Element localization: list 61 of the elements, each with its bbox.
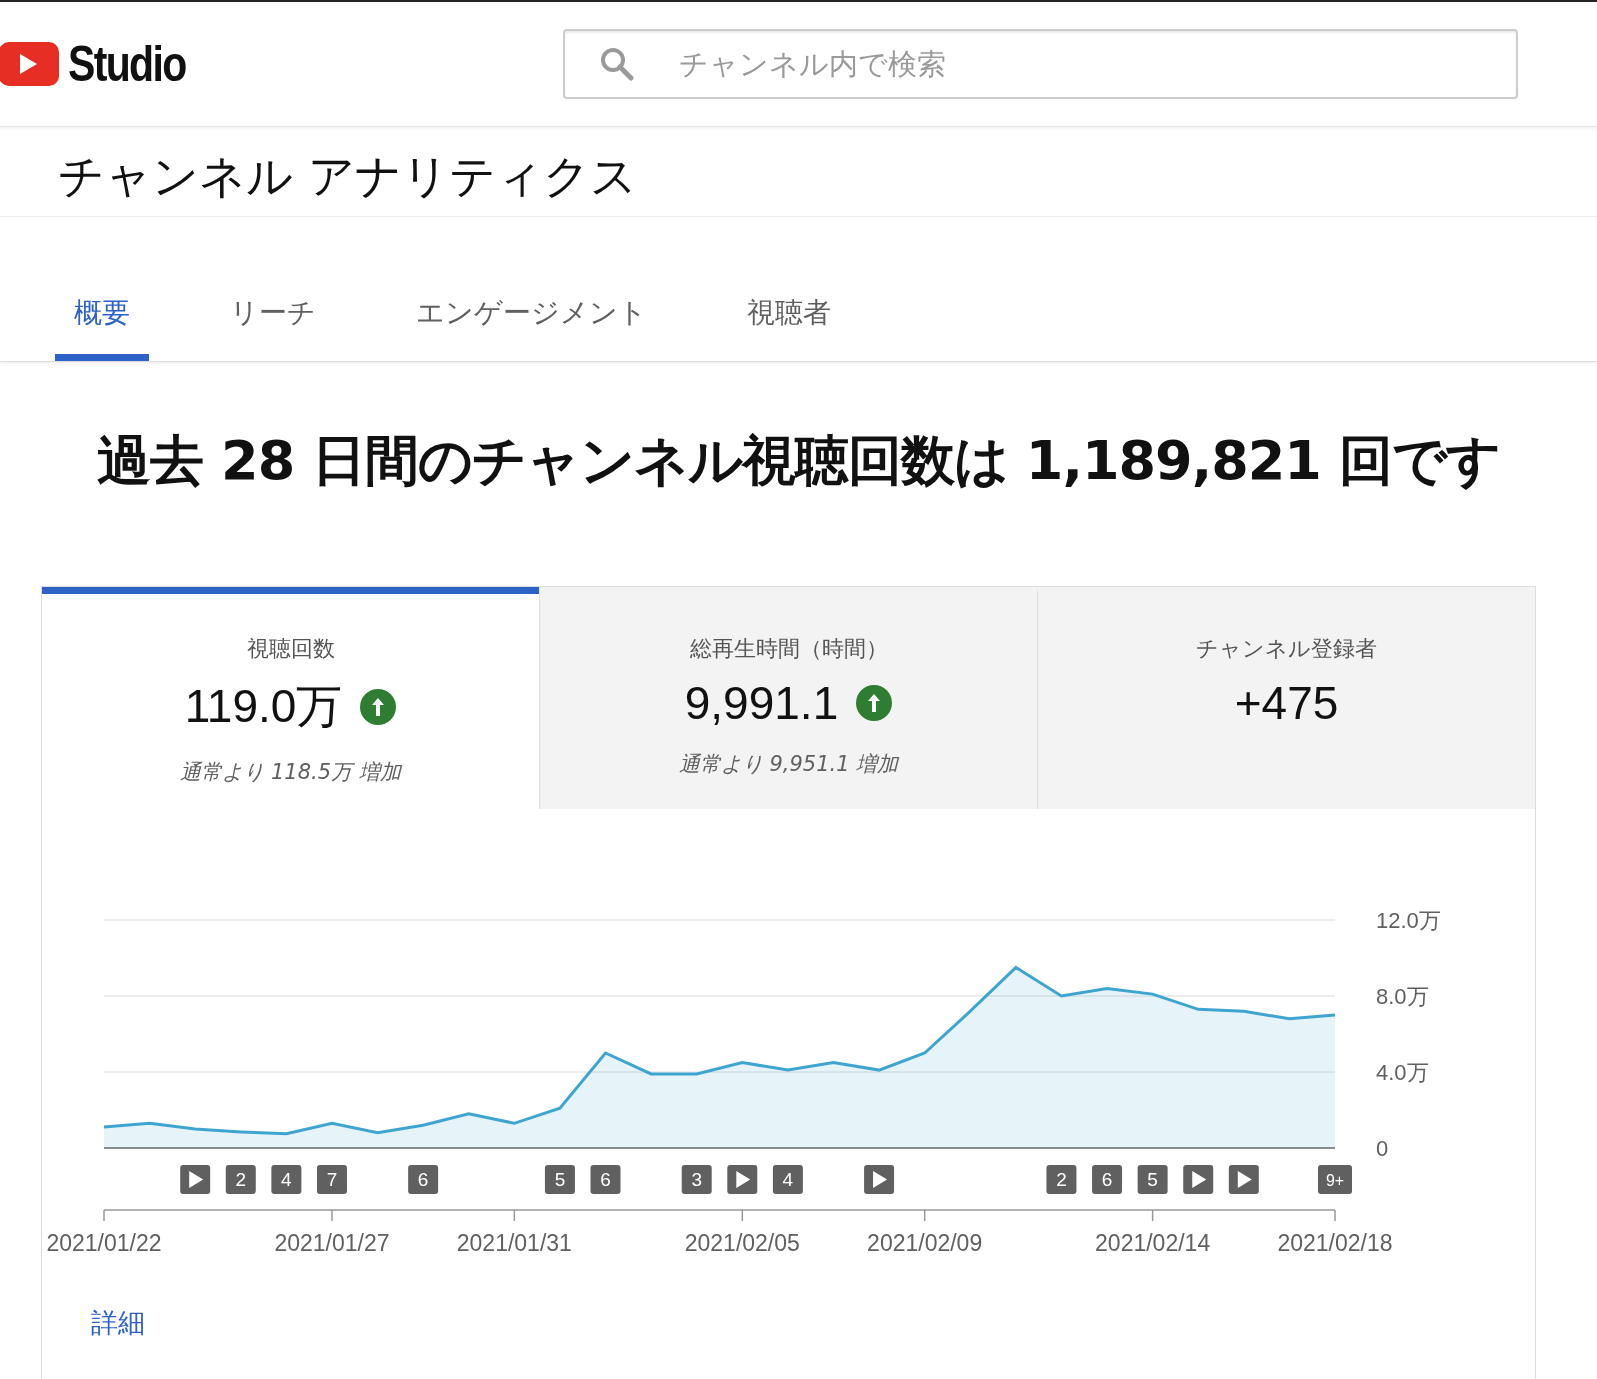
metric-label: チャンネル登録者 [1196, 635, 1377, 663]
studio-logo-text: Studio [68, 35, 186, 93]
video-count-badge[interactable] [772, 1165, 803, 1194]
metric-label: 視聴回数 [246, 635, 335, 663]
metric-note: 通常より 118.5万 増加 [180, 759, 401, 786]
metric-card[interactable]: 総再生時間（時間） 9,991.1 通常より 9,951.1 増加 [539, 587, 1037, 809]
video-count: 4 [281, 1169, 292, 1190]
video-count: 3 [691, 1169, 702, 1190]
video-count: 2 [1056, 1169, 1067, 1190]
video-marker[interactable] [864, 1165, 895, 1194]
video-count: 6 [417, 1169, 429, 1190]
details-link[interactable]: 詳細 [91, 1305, 145, 1341]
video-marker[interactable] [1228, 1165, 1259, 1194]
tab[interactable]: エンゲージメント [397, 294, 666, 361]
x-axis-label: 2021/01/22 [46, 1230, 162, 1256]
video-count-badge[interactable] [590, 1165, 621, 1194]
page-title: チャンネル アナリティクス [58, 148, 637, 205]
video-count: 6 [1101, 1169, 1113, 1190]
video-count: 5 [1147, 1169, 1158, 1190]
y-axis-label: 8.0万 [1376, 983, 1429, 1009]
video-count: 4 [782, 1169, 794, 1190]
x-axis-label: 2021/02/09 [867, 1230, 983, 1256]
video-count-badge[interactable] [225, 1165, 256, 1194]
video-count: 9+ [1325, 1172, 1345, 1189]
x-axis-label: 2021/01/27 [274, 1230, 390, 1256]
metric-card[interactable]: チャンネル登録者 +475 [1037, 587, 1535, 809]
x-axis-label: 2021/02/05 [684, 1230, 800, 1256]
video-count-badge[interactable] [1046, 1165, 1077, 1194]
video-count: 2 [235, 1169, 247, 1190]
video-count-badge[interactable] [1318, 1165, 1352, 1194]
video-count: 6 [600, 1169, 611, 1190]
play-logo-icon [0, 42, 59, 86]
y-axis-label: 4.0万 [1376, 1059, 1429, 1085]
tab[interactable]: リーチ [211, 294, 335, 361]
y-axis-label: 12.0万 [1376, 907, 1441, 933]
metric-value: +475 [1234, 676, 1339, 730]
video-count-badge[interactable] [1092, 1165, 1123, 1194]
video-marker[interactable] [727, 1165, 758, 1194]
x-axis-label: 2021/02/18 [1277, 1230, 1393, 1256]
tab[interactable]: 概要 [55, 294, 149, 361]
video-count: 5 [554, 1169, 566, 1190]
metric-label: 総再生時間（時間） [689, 635, 888, 663]
video-marker[interactable] [180, 1165, 211, 1194]
video-count-badge[interactable] [408, 1165, 439, 1194]
video-count-badge[interactable] [1137, 1165, 1168, 1194]
search-icon [599, 46, 635, 82]
video-marker[interactable] [1183, 1165, 1214, 1194]
headline: 過去 28 日間のチャンネル視聴回数は 1,189,821 回です [96, 430, 1501, 492]
metric-note: 通常より 9,951.1 増加 [678, 751, 899, 778]
video-count-badge[interactable] [316, 1165, 347, 1194]
search-field[interactable]: チャンネル内で検索 [563, 29, 1518, 99]
x-axis-label: 2021/02/14 [1095, 1230, 1211, 1256]
video-count: 7 [326, 1169, 338, 1190]
y-axis-label: 0 [1376, 1135, 1389, 1161]
metric-value: 9,991.1 [684, 676, 839, 730]
tab[interactable]: 視聴者 [728, 294, 850, 361]
metric-value: 119.0万 [184, 679, 343, 734]
video-count-badge[interactable] [271, 1165, 302, 1194]
x-axis-label: 2021/01/31 [456, 1230, 572, 1256]
video-count-badge[interactable] [681, 1165, 712, 1194]
video-count-badge[interactable] [544, 1165, 575, 1194]
